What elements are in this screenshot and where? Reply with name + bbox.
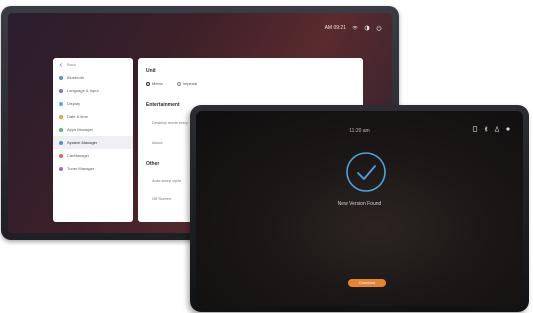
update-message: New Version Found (337, 201, 382, 207)
nav-item-label: Bluetooth (67, 75, 84, 80)
nav-back-label: Back (67, 62, 76, 67)
checkmark-icon (345, 151, 387, 193)
back-arrow-icon (59, 62, 63, 67)
sub-option-label[interactable]: About (152, 140, 162, 145)
nav-item-system-manager[interactable]: System Manager (53, 136, 133, 149)
radio-metric[interactable]: Metric (146, 81, 163, 86)
front-screen: 11:20 am New Version Found Download (196, 111, 523, 306)
radio-icon (59, 166, 63, 171)
desktop-mode-row[interactable]: Desktop mode entry (152, 120, 188, 125)
nav-item-label: Tuner Manager (67, 166, 95, 171)
auto-sleep-row[interactable]: Auto-sleep cycle (152, 178, 181, 183)
nav-item-label: Language & Input (67, 88, 99, 93)
entertainment-title: Entertainment (146, 102, 180, 108)
wifi-icon (352, 25, 358, 31)
nav-item-label: CarManager (67, 153, 90, 158)
nav-back-link[interactable]: Back (53, 58, 133, 71)
front-status-bar (472, 126, 511, 132)
nav-item-label: Date & time (67, 114, 88, 119)
other-title: Other (146, 161, 160, 167)
unit-radio-group: Metric Imperial (146, 81, 197, 86)
radio-imperial[interactable]: Imperial (176, 81, 198, 86)
power-icon[interactable] (376, 25, 382, 31)
nav-item-language[interactable]: Language & Input (53, 84, 133, 97)
language-icon (59, 88, 63, 93)
brightness-icon (364, 25, 370, 31)
settings-nav: Back Bluetooth Language & Input Display … (53, 58, 133, 222)
settings-icon[interactable] (472, 126, 478, 132)
system-icon (59, 140, 63, 145)
bluetooth-icon (59, 75, 63, 80)
power-icon (494, 126, 500, 132)
nav-item-bluetooth[interactable]: Bluetooth (53, 71, 133, 84)
off-screen-row[interactable]: Off Screen (152, 196, 171, 201)
nav-item-car-manager[interactable]: CarManager (53, 149, 133, 162)
status-time: AM 09:21 (324, 25, 346, 31)
nav-item-apps-manager[interactable]: Apps Manager (53, 123, 133, 136)
car-icon (59, 153, 63, 158)
radio-checked-icon (146, 81, 150, 86)
bluetooth-icon (483, 126, 489, 132)
radio-label: Imperial (182, 81, 198, 86)
nav-item-label: System Manager (67, 140, 98, 145)
status-bar: AM 09:21 (325, 25, 382, 31)
signal-icon (505, 126, 511, 132)
nav-item-label: Apps Manager (67, 127, 94, 132)
apps-icon (59, 127, 63, 132)
front-device: 11:20 am New Version Found Download (190, 105, 529, 312)
nav-item-display[interactable]: Display (53, 97, 133, 110)
nav-item-date-time[interactable]: Date & time (53, 110, 133, 123)
nav-item-label: Display (67, 101, 81, 106)
radio-label: Metric (152, 81, 163, 86)
nav-item-tuner-manager[interactable]: Tuner Manager (53, 162, 133, 175)
clock-icon (59, 114, 63, 119)
display-icon (59, 101, 63, 106)
download-button[interactable]: Download (348, 279, 386, 287)
radio-unchecked-icon (176, 81, 181, 86)
unit-title: Unit (146, 68, 156, 74)
